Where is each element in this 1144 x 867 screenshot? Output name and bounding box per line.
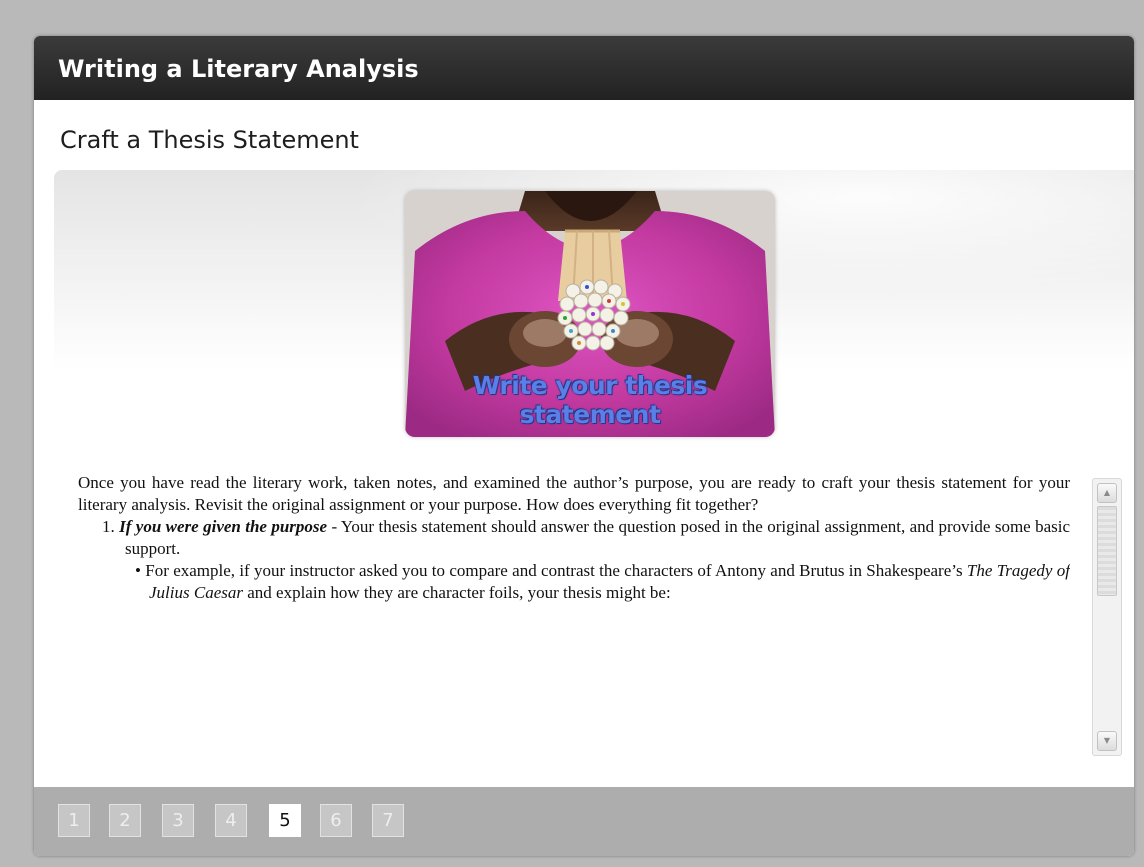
lesson-window: Writing a Literary Analysis Craft a Thes… [34,36,1134,856]
page-button-5[interactable]: 5 [269,804,301,837]
numbered-item-1: 1. If you were given the purpose - Your … [78,516,1070,560]
scroll-thumb[interactable] [1097,506,1117,596]
scroll-up-arrow-icon[interactable]: ▲ [1097,483,1117,503]
bullet-item-1: • For example, if your instructor asked … [78,560,1070,604]
bullet-text-before: For example, if your instructor asked yo… [145,561,967,580]
page-navigation: 1 2 3 4 5 6 7 [34,787,1134,856]
section-title: Craft a Thesis Statement [60,126,359,154]
intro-paragraph: Once you have read the literary work, ta… [78,473,1070,514]
bullet-marker: • [135,561,141,580]
page-button-1[interactable]: 1 [58,804,90,837]
content-panel: Write your thesis statement Once you hav… [54,170,1134,785]
text-scrollbar[interactable]: ▲ ▼ [1092,478,1122,756]
item-heading: If you were given the purpose [119,517,328,536]
image-caption: Write your thesis statement [472,371,708,429]
page-button-6[interactable]: 6 [320,804,352,837]
thesis-illustration: Write your thesis statement [405,191,775,437]
page-button-3[interactable]: 3 [162,804,194,837]
page-button-4[interactable]: 4 [215,804,247,837]
course-title: Writing a Literary Analysis [34,36,1134,100]
bullet-text-after: and explain how they are character foils… [242,583,671,602]
page-button-2[interactable]: 2 [109,804,141,837]
scroll-down-arrow-icon[interactable]: ▼ [1097,731,1117,751]
item-number: 1. [102,517,115,536]
page-button-7[interactable]: 7 [372,804,404,837]
lesson-text: Once you have read the literary work, ta… [78,472,1070,762]
